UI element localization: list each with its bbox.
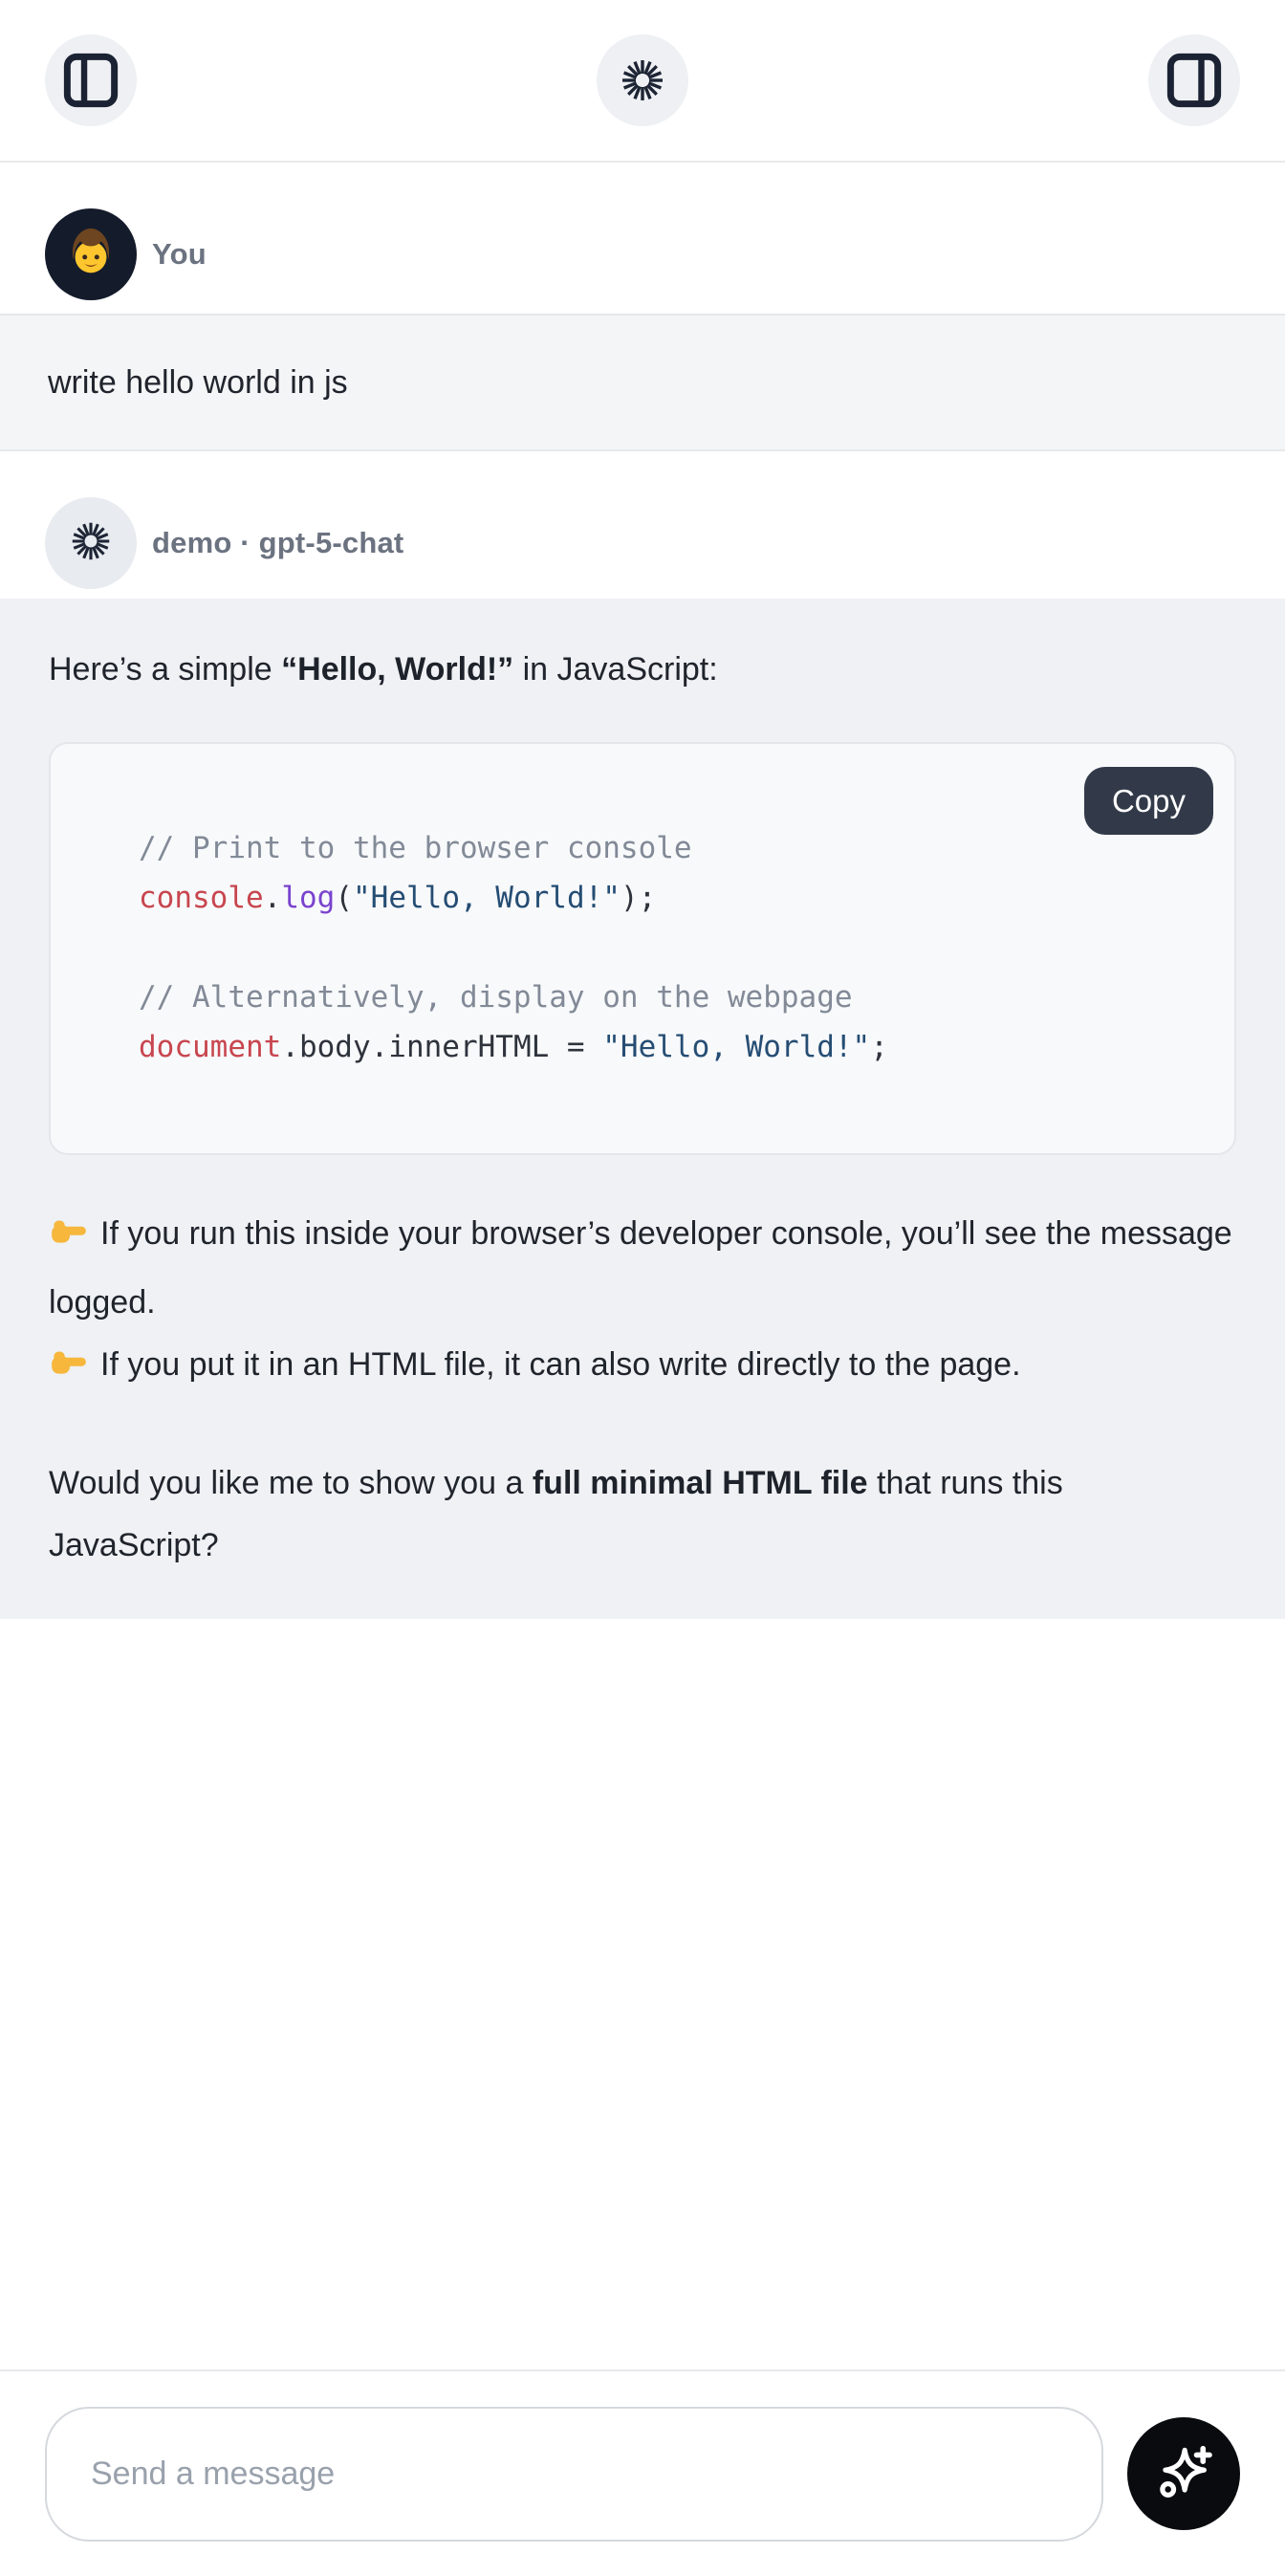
user-role-label: You [152,237,207,272]
code-token: . [264,881,282,915]
code-token: document [139,1030,281,1064]
code-line: document.body.innerHTML = "Hello, World!… [139,1022,1206,1072]
code-token: ( [335,881,353,915]
assistant-avatar [45,497,137,589]
send-button[interactable] [1127,2417,1240,2530]
person-emoji-icon [61,223,120,287]
code-token: .body.innerHTML = [281,1030,602,1064]
chat-scroll-area: You write hello world in js [0,163,1285,2369]
starburst-icon [70,520,112,567]
question-prefix: Would you like me to show you a [49,1465,533,1501]
user-message-bubble: write hello world in js [0,314,1285,451]
starburst-icon [620,57,665,103]
code-token: ); [621,881,656,915]
intro-suffix: in JavaScript: [513,651,718,688]
assistant-message-bubble: Here’s a simple “Hello, World!” in JavaS… [0,599,1285,1619]
intro-prefix: Here’s a simple [49,651,281,688]
starburst-svg [620,57,665,103]
question-bold: full minimal HTML file [533,1465,868,1501]
code-lines: // Print to the browser console console.l… [51,744,1234,1153]
tip-text: If you run this inside your browser’s de… [49,1215,1232,1321]
code-line: // Alternatively, display on the webpage [139,972,1206,1022]
tip-line: If you run this inside your browser’s de… [49,1203,1236,1334]
code-token: log [281,881,335,915]
sparkle-icon [1149,2438,1218,2510]
assistant-intro: Here’s a simple “Hello, World!” in JavaS… [49,639,1236,700]
app-logo [597,34,688,126]
copy-code-button[interactable]: Copy [1084,767,1213,835]
pointing-right-icon [49,1210,89,1272]
assistant-question: Would you like me to show you a full min… [49,1452,1236,1577]
code-line: // Print to the browser console [139,823,1206,873]
code-token: // Print to the browser console [139,831,692,865]
code-token: "Hello, World!" [602,1030,870,1064]
panel-toggle-button[interactable] [1148,34,1240,126]
code-token: ; [870,1030,888,1064]
panel-left-icon [62,52,120,109]
assistant-tips: If you run this inside your browser’s de… [49,1203,1236,1403]
code-block: Copy // Print to the browser console cons… [49,742,1236,1155]
top-bar [0,0,1285,163]
code-token: "Hello, World!" [353,881,621,915]
tip-text: If you put it in an HTML file, it can al… [100,1346,1021,1383]
user-avatar [45,208,137,300]
user-message-header: You [0,163,1285,314]
panel-right-icon [1165,52,1223,109]
assistant-message-header: demo · gpt-5-chat [0,451,1285,599]
message-input[interactable] [45,2407,1103,2542]
code-token: console [139,881,264,915]
intro-bold: “Hello, World!” [281,651,513,688]
code-token: // Alternatively, display on the webpage [139,980,853,1015]
tip-line: If you put it in an HTML file, it can al… [49,1334,1236,1403]
pointing-right-icon [49,1341,89,1403]
code-line: console.log("Hello, World!"); [139,873,1206,923]
sidebar-toggle-button[interactable] [45,34,137,126]
assistant-role-label: demo · gpt-5-chat [152,526,403,560]
code-line [139,923,1206,972]
message-composer [0,2369,1285,2576]
empty-chat-space [0,1619,1285,2369]
user-message-text: write hello world in js [48,364,348,401]
